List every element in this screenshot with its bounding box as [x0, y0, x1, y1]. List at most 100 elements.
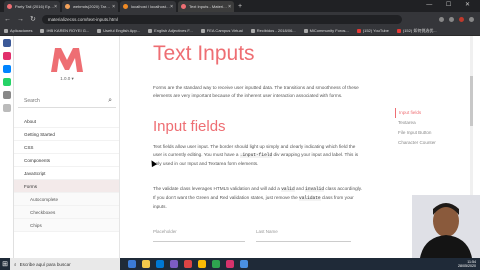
tab-title: localhost / localhost / yelo [131, 4, 170, 9]
chrome-icon[interactable] [198, 260, 206, 268]
facebook-icon[interactable] [2, 39, 11, 47]
url-field[interactable]: materializecss.com/text-inputs.html [41, 14, 402, 24]
presenter-video-image [412, 195, 480, 258]
reload-icon[interactable]: ↻ [30, 15, 36, 23]
bookmark-item[interactable]: English Adjectives F... [148, 28, 193, 33]
close-tab-icon[interactable]: × [112, 4, 115, 10]
tab-favicon-icon [7, 4, 12, 9]
docs-sidebar: 1.0.0 ▾ ⌕ About Getting Started CSS Comp… [14, 36, 120, 258]
taskbar-apps [128, 260, 248, 268]
apps-icon [4, 28, 8, 33]
task-view-icon[interactable] [128, 260, 136, 268]
sidebar-subitem-chips[interactable]: Chips [14, 219, 119, 232]
sidebar-item-css[interactable]: CSS [14, 141, 119, 154]
webcam-overlay [412, 195, 480, 258]
store-icon[interactable] [156, 260, 164, 268]
instagram-icon[interactable] [2, 52, 11, 60]
placeholder-label: Placeholder [153, 229, 177, 234]
section-title: Input fields [153, 118, 226, 135]
address-bar-row: ← → ↻ materializecss.com/text-inputs.htm… [0, 12, 480, 26]
menu-icon[interactable] [469, 16, 474, 22]
system-tray-clock[interactable]: 11:54 28/05/2020 [458, 260, 476, 269]
window-controls[interactable]: — ☐ ✕ [426, 1, 476, 8]
sidebar-subitem-checkboxes[interactable]: Checkboxes [14, 206, 119, 219]
browser-tab[interactable]: localhost / localhost / yelo× [120, 1, 176, 12]
os-taskbar: ⊞ ⌕ Escribe aquí para buscar 11:54 28/05… [0, 258, 480, 270]
back-arrow-icon[interactable]: ← [4, 16, 11, 23]
taskbar-search[interactable]: ⌕ Escribe aquí para buscar [10, 258, 120, 270]
bookmark-item[interactable]: (152) YouTube [356, 28, 389, 33]
sidebar-item-about[interactable]: About [14, 115, 119, 128]
intro-paragraph: Forms are the standard way to receive us… [153, 85, 359, 99]
app-icon[interactable] [212, 260, 220, 268]
toc-item-file-input[interactable]: File Input Button [395, 128, 455, 138]
profile-icon[interactable] [459, 16, 464, 22]
close-tab-icon[interactable]: × [54, 4, 57, 10]
placeholder-input[interactable] [153, 241, 245, 242]
last-name-label: Last Name [256, 229, 278, 234]
main-content: Text Inputs Forms are the standard way t… [120, 36, 420, 258]
toc-item-input-fields[interactable]: Input fields [395, 108, 455, 118]
browser-tab[interactable]: webmds(2020) Tarea Prece× [62, 1, 118, 12]
sidebar-item-javascript[interactable]: JavaScript [14, 167, 119, 180]
app-icon[interactable] [2, 104, 11, 112]
bookmark-icon [303, 28, 308, 33]
bookmark-icon [97, 28, 102, 33]
search-input[interactable] [24, 97, 104, 104]
extensions-area [439, 16, 474, 22]
tab-title: Party Tail (2016) Episodio [15, 4, 54, 9]
file-explorer-icon[interactable] [142, 260, 150, 268]
bookmark-item[interactable]: MiCommunity Foros... [303, 28, 349, 33]
app-icon[interactable] [240, 260, 248, 268]
sidebar-search: ⌕ [18, 94, 116, 108]
sidebar-item-components[interactable]: Components [14, 154, 119, 167]
new-tab-button[interactable]: + [238, 1, 242, 12]
example-input-row: Placeholder Last Name [153, 229, 363, 249]
star-icon[interactable] [439, 16, 444, 22]
windows-start-icon[interactable]: ⊞ [0, 258, 10, 270]
sidebar-nav: About Getting Started CSS Components Jav… [14, 115, 119, 232]
app-icon[interactable] [2, 91, 11, 99]
browser-tab-active[interactable]: Text Inputs - Materialize × [178, 1, 234, 12]
forward-arrow-icon[interactable]: → [17, 16, 24, 23]
search-icon[interactable]: ⌕ [108, 97, 112, 105]
sidebar-item-forms[interactable]: Forms [14, 180, 119, 193]
bookmark-item[interactable]: Recibidos - 2018/06... [250, 28, 296, 33]
vscode-icon[interactable] [170, 260, 178, 268]
app-icon[interactable] [226, 260, 234, 268]
bookmarks-bar: Aplicaciones IHB KAREN ROYEI G... Useful… [0, 26, 480, 36]
code-snippet: invalid [305, 187, 325, 192]
tab-title: Text Inputs - Materialize [189, 4, 229, 9]
whatsapp-icon[interactable] [2, 78, 11, 86]
os-side-dock [0, 36, 14, 258]
tab-favicon-icon [123, 4, 128, 9]
toc-item-character-counter[interactable]: Character Counter [395, 138, 455, 148]
page-title: Text Inputs [153, 42, 255, 65]
validate-paragraph: The validate class leverages HTML5 valid… [153, 186, 363, 210]
close-tab-icon[interactable]: × [170, 4, 173, 10]
toc-item-textarea[interactable]: Textarea [395, 118, 455, 128]
taskbar-search-text: Escribe aquí para buscar [19, 261, 71, 267]
scrollbar-thumb[interactable] [470, 76, 473, 126]
bookmark-icon [200, 28, 205, 33]
bookmark-item[interactable]: Aplicaciones [4, 28, 32, 33]
bookmark-item[interactable]: (152) 如何挑选优... [396, 28, 437, 34]
clock-date: 28/05/2020 [458, 264, 476, 268]
messenger-icon[interactable] [2, 65, 11, 73]
sidebar-item-getting-started[interactable]: Getting Started [14, 128, 119, 141]
close-tab-icon[interactable]: × [228, 4, 231, 10]
tab-favicon-icon [181, 4, 186, 9]
bookmark-icon [250, 28, 255, 33]
bookmark-item[interactable]: FEA Campus Virtual [200, 28, 243, 33]
opera-icon[interactable] [184, 260, 192, 268]
extension-icon[interactable] [449, 16, 454, 22]
bookmark-item[interactable]: Useful English App... [97, 28, 140, 33]
sidebar-subitem-autocomplete[interactable]: Autocomplete [14, 193, 119, 206]
browser-tab[interactable]: Party Tail (2016) Episodio× [4, 1, 60, 12]
version-select[interactable]: 1.0.0 ▾ [14, 76, 119, 82]
tab-favicon-icon [65, 4, 70, 9]
youtube-icon [396, 28, 401, 33]
bookmark-item[interactable]: IHB KAREN ROYEI G... [40, 28, 89, 33]
last-name-input[interactable] [256, 241, 351, 242]
youtube-icon [356, 28, 361, 33]
